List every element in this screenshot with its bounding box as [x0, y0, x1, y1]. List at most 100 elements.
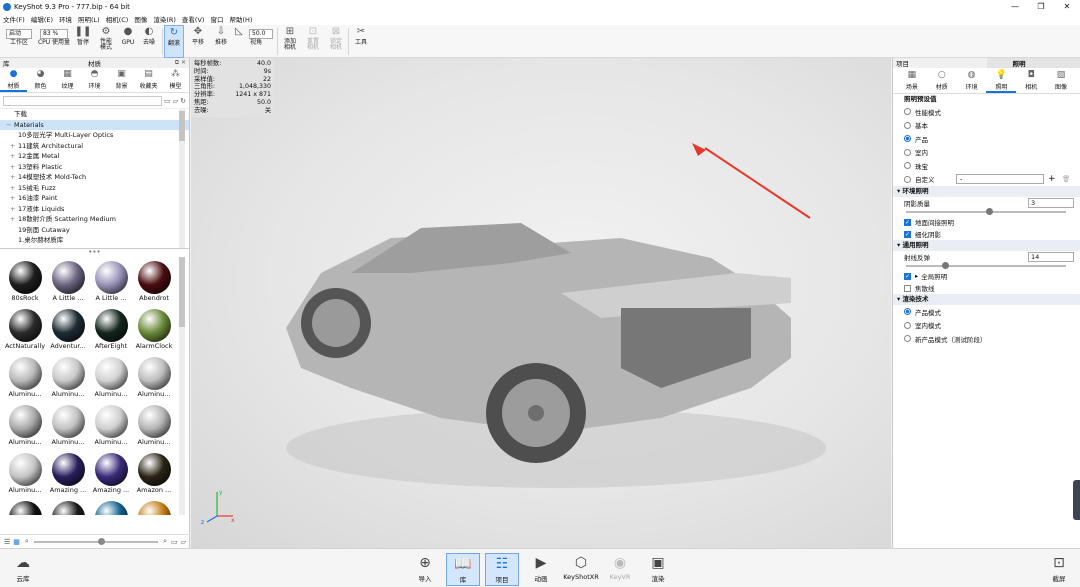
preset-radio[interactable]: 产品: [896, 132, 1077, 146]
tree-scroll-thumb[interactable]: [179, 111, 185, 141]
material-thumbnail[interactable]: Aluminu...: [4, 452, 46, 500]
expand-toggle-icon[interactable]: +: [10, 193, 18, 204]
menu-camera[interactable]: 相机(C): [103, 14, 132, 24]
menu-window[interactable]: 窗口: [207, 14, 226, 24]
import-button[interactable]: ⊕ 导入: [408, 553, 442, 586]
preset-radio[interactable]: 基本: [896, 119, 1077, 133]
material-thumbnail[interactable]: A Little ...: [90, 260, 132, 308]
menu-render[interactable]: 渲染(R): [150, 14, 179, 24]
library-search-input[interactable]: [3, 95, 163, 106]
preset-radio[interactable]: 珠宝: [896, 159, 1077, 173]
tree-item[interactable]: +18散射介质 Scattering Medium: [0, 214, 189, 225]
tab-material[interactable]: ○ 材质: [927, 68, 957, 93]
render-mode-radio[interactable]: 产品模式: [896, 305, 1077, 319]
preset-radio[interactable]: 室内: [896, 146, 1077, 160]
side-scroll-tab[interactable]: [1073, 480, 1080, 520]
tree-item[interactable]: +15绒毛 Fuzz: [0, 183, 189, 194]
material-thumbnail[interactable]: Aluminu...: [47, 356, 89, 404]
tree-item[interactable]: +12金属 Metal: [0, 151, 189, 162]
grid-scroll-thumb[interactable]: [179, 257, 185, 327]
keyvr-button[interactable]: ◉ KeyVR: [603, 553, 637, 586]
performance-mode-button[interactable]: ⚙ 性能 模式: [95, 25, 117, 58]
material-thumbnail[interactable]: Aluminu...: [4, 404, 46, 452]
tree-item[interactable]: +17液体 Liquids: [0, 204, 189, 215]
material-thumbnail[interactable]: [4, 500, 46, 515]
zoom-in-icon[interactable]: ⌕: [163, 537, 167, 546]
render-viewport[interactable]: 每秒帧数: 40.0 时间: 9s 采样值: 22 三角形: 1,048,330 分辨率: 124…: [191, 58, 891, 548]
folder-icon[interactable]: ▭: [164, 97, 171, 105]
tab-environment[interactable]: ◍ 环境: [957, 68, 987, 93]
global-illumination-checkbox[interactable]: ✓ ▸ 全局照明: [896, 270, 1077, 282]
material-thumbnail[interactable]: Aluminu...: [133, 356, 175, 404]
expand-icon[interactable]: ▸: [915, 272, 918, 280]
minimize-button[interactable]: —: [1002, 0, 1028, 13]
material-thumbnail[interactable]: Adventur...: [47, 308, 89, 356]
material-thumbnail[interactable]: A Little ...: [47, 260, 89, 308]
material-thumbnail[interactable]: Amazon ...: [133, 452, 175, 500]
material-thumbnail[interactable]: 80sRock: [4, 260, 46, 308]
fov-input[interactable]: 50.0: [249, 29, 273, 39]
screenshot-button[interactable]: ⊡ 截屏: [1042, 553, 1076, 586]
lock-camera-button[interactable]: ⊠ 锁定 相机: [326, 25, 346, 58]
delete-preset-icon[interactable]: 🗑: [1062, 175, 1070, 183]
tree-item[interactable]: 10多层光学 Multi-Layer Optics: [0, 130, 189, 141]
render-button[interactable]: ▣ 渲染: [641, 553, 675, 586]
render-mode-radio[interactable]: 新产品模式（测试阶段）: [896, 332, 1077, 346]
export-icon[interactable]: ▱: [181, 538, 186, 546]
menu-environment[interactable]: 环境: [56, 14, 75, 24]
pan-button[interactable]: ✥ 平移: [188, 25, 208, 58]
tree-item[interactable]: +13塑料 Plastic: [0, 162, 189, 173]
zoom-out-icon[interactable]: ⌕: [25, 537, 29, 546]
material-thumbnail[interactable]: Aluminu...: [90, 356, 132, 404]
close-button[interactable]: ✕: [1054, 0, 1080, 13]
reset-camera-button[interactable]: ⊡ 重置 相机: [303, 25, 323, 58]
tree-item[interactable]: +11建筑 Architectural: [0, 141, 189, 152]
tab-materials[interactable]: ● 材质: [0, 68, 27, 92]
material-thumbnail[interactable]: Aluminu...: [47, 404, 89, 452]
shadow-quality-input[interactable]: 3: [1028, 197, 1074, 208]
menu-image[interactable]: 图像: [131, 14, 150, 24]
material-thumbnail[interactable]: Aluminu...: [133, 404, 175, 452]
preset-radio[interactable]: 性能模式: [896, 105, 1077, 119]
expand-toggle-icon[interactable]: +: [10, 183, 18, 194]
menu-edit[interactable]: 编辑(E): [28, 14, 56, 24]
tree-item[interactable]: 1.桌尔赫材质库: [0, 235, 189, 246]
material-thumbnail[interactable]: Aluminu...: [90, 404, 132, 452]
material-thumbnail[interactable]: Aluminu...: [4, 356, 46, 404]
material-thumbnail[interactable]: Abendrot: [133, 260, 175, 308]
cpu-usage-select[interactable]: 83 %: [40, 29, 68, 39]
thumbnail-size-slider[interactable]: [33, 537, 159, 545]
cloud-library-button[interactable]: ☁ 云库: [6, 553, 40, 586]
env-option-checkbox[interactable]: ✓ 地面间接照明: [896, 216, 1077, 228]
expand-toggle-icon[interactable]: +: [10, 141, 18, 152]
ray-bounces-slider[interactable]: [906, 262, 1077, 270]
animation-button[interactable]: ▶ 动画: [524, 553, 558, 586]
menu-help[interactable]: 帮助(H): [226, 14, 255, 24]
maximize-button[interactable]: ❐: [1028, 0, 1054, 13]
tab-favorites[interactable]: ▤ 收藏夹: [135, 68, 162, 92]
project-button[interactable]: ☷ 项目: [485, 553, 519, 586]
workspace-select[interactable]: 启动: [6, 29, 32, 39]
library-button[interactable]: 📖 库: [446, 553, 480, 586]
grid-view-icon[interactable]: ▦: [13, 538, 20, 546]
tools-button[interactable]: ✂ 工具: [351, 25, 371, 58]
ray-bounces-input[interactable]: 14: [1028, 251, 1074, 262]
slider-knob[interactable]: [98, 537, 106, 545]
expand-toggle-icon[interactable]: +: [10, 162, 18, 173]
tab-environments[interactable]: ◓ 环境: [81, 68, 108, 92]
denoise-button[interactable]: ◐ 去噪: [139, 25, 159, 58]
render-mode-radio[interactable]: 室内模式: [896, 319, 1077, 333]
menu-file[interactable]: 文件(F): [0, 14, 28, 24]
expand-toggle-icon[interactable]: +: [10, 214, 18, 225]
tab-image[interactable]: ▧ 图像: [1046, 68, 1076, 93]
tree-item[interactable]: +14模塑技术 Mold-Tech: [0, 172, 189, 183]
caustics-checkbox[interactable]: 焦散线: [896, 282, 1077, 294]
tree-item[interactable]: 19剖面 Cutaway: [0, 225, 189, 236]
slider-knob[interactable]: [942, 262, 949, 269]
tree-item[interactable]: +16油漆 Paint: [0, 193, 189, 204]
env-option-checkbox[interactable]: ✓ 细化阴影: [896, 228, 1077, 240]
tab-camera[interactable]: ◘ 相机: [1016, 68, 1046, 93]
material-thumbnail[interactable]: AfterEight: [90, 308, 132, 356]
gpu-button[interactable]: ● GPU: [119, 25, 137, 58]
dolly-button[interactable]: ⇩ 推移: [211, 25, 231, 58]
